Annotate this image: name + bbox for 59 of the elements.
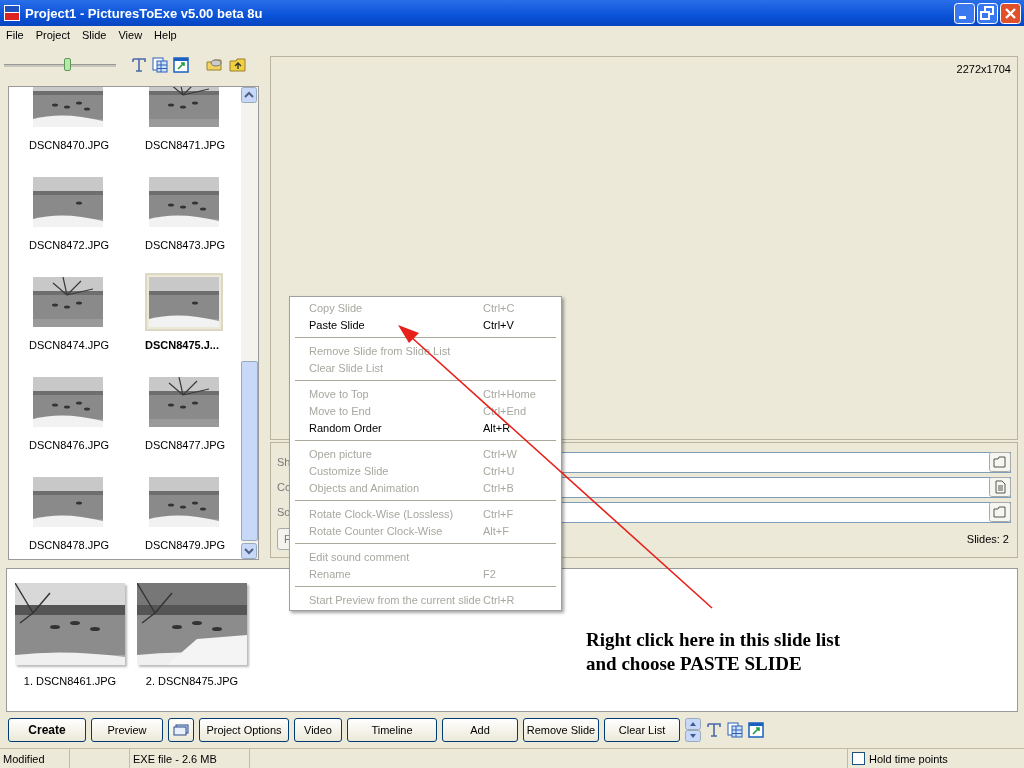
toolbar-button[interactable]: Preview xyxy=(91,718,163,742)
scrollbar[interactable] xyxy=(241,87,258,559)
status-text: Modified xyxy=(0,749,70,768)
toolbar-button[interactable]: Create xyxy=(8,718,86,742)
folder-icon[interactable] xyxy=(989,452,1011,472)
scroll-down-icon[interactable] xyxy=(241,543,257,559)
app-icon xyxy=(4,5,20,21)
grid-icon[interactable] xyxy=(727,722,743,738)
file-name: DSCN8473.JPG xyxy=(145,239,226,251)
toolbar-button[interactable]: Project Options xyxy=(199,718,289,742)
menu-item[interactable]: File xyxy=(0,29,30,41)
window-title: Project1 - PicturesToExe v5.00 beta 8u xyxy=(25,5,264,21)
toolbar-button[interactable]: Add xyxy=(442,718,518,742)
minimize-icon[interactable] xyxy=(954,2,975,24)
file-thumbnail[interactable] xyxy=(145,273,223,331)
checkbox[interactable] xyxy=(852,752,865,765)
zoom-slider[interactable] xyxy=(4,58,116,72)
slider-thumb[interactable] xyxy=(63,58,71,71)
annotation-text: Right click here in this slide list and choose PASTE SLIDE xyxy=(586,628,841,676)
toolbar-button[interactable]: Remove Slide xyxy=(523,718,599,742)
image-resolution: 2272x1704 xyxy=(956,63,1011,77)
close-icon[interactable] xyxy=(1000,2,1021,24)
menu-item[interactable]: Slide xyxy=(76,29,113,41)
restore-icon[interactable] xyxy=(977,2,998,24)
slide-caption: 2. DSCN8475.JPG xyxy=(145,675,239,687)
menu-item[interactable]: Paste Slide Ctrl+V xyxy=(293,316,558,333)
folder-icon[interactable] xyxy=(989,502,1011,522)
menu-item[interactable]: View xyxy=(112,29,149,41)
menu-item[interactable]: Random Order Alt+R xyxy=(293,419,558,436)
file-name: DSCN8477.JPG xyxy=(145,439,226,451)
file-name: DSCN8474.JPG xyxy=(29,339,110,351)
file-name: DSCN8479.JPG xyxy=(145,539,226,551)
scroll-up-icon[interactable] xyxy=(241,87,257,103)
file-name: DSCN8471.JPG xyxy=(145,139,226,151)
toolbar-button[interactable]: Timeline xyxy=(347,718,437,742)
text-icon[interactable] xyxy=(131,57,147,73)
slides-count: Slides: 2 xyxy=(966,533,1010,545)
window-icon[interactable] xyxy=(748,722,764,738)
menu-item[interactable]: Help xyxy=(148,29,183,41)
file-name: DSCN8470.JPG xyxy=(29,139,110,151)
scroll-thumb[interactable] xyxy=(241,361,258,541)
window-icon[interactable] xyxy=(173,57,189,73)
checkbox-label: Hold time points xyxy=(869,752,948,765)
slide-caption: 1. DSCN8461.JPG xyxy=(23,675,117,687)
spin-buttons-icon[interactable] xyxy=(685,718,701,742)
grid-icon[interactable] xyxy=(152,57,168,73)
slides-button[interactable] xyxy=(168,718,194,742)
slides-icon xyxy=(173,724,189,736)
toolbar-button[interactable]: Clear List xyxy=(604,718,680,742)
folder-icon[interactable] xyxy=(206,57,224,73)
menu-item[interactable]: Project xyxy=(29,29,76,41)
status-text: EXE file - 2.6 MB xyxy=(130,749,250,768)
folder-up-icon[interactable] xyxy=(229,57,247,73)
file-name: DSCN8478.JPG xyxy=(29,539,110,551)
file-name: DSCN8475.J... xyxy=(145,339,219,351)
toolbar-button[interactable]: Video xyxy=(294,718,342,742)
text-icon[interactable] xyxy=(706,722,722,738)
file-name: DSCN8476.JPG xyxy=(29,439,110,451)
file-name: DSCN8472.JPG xyxy=(29,239,110,251)
